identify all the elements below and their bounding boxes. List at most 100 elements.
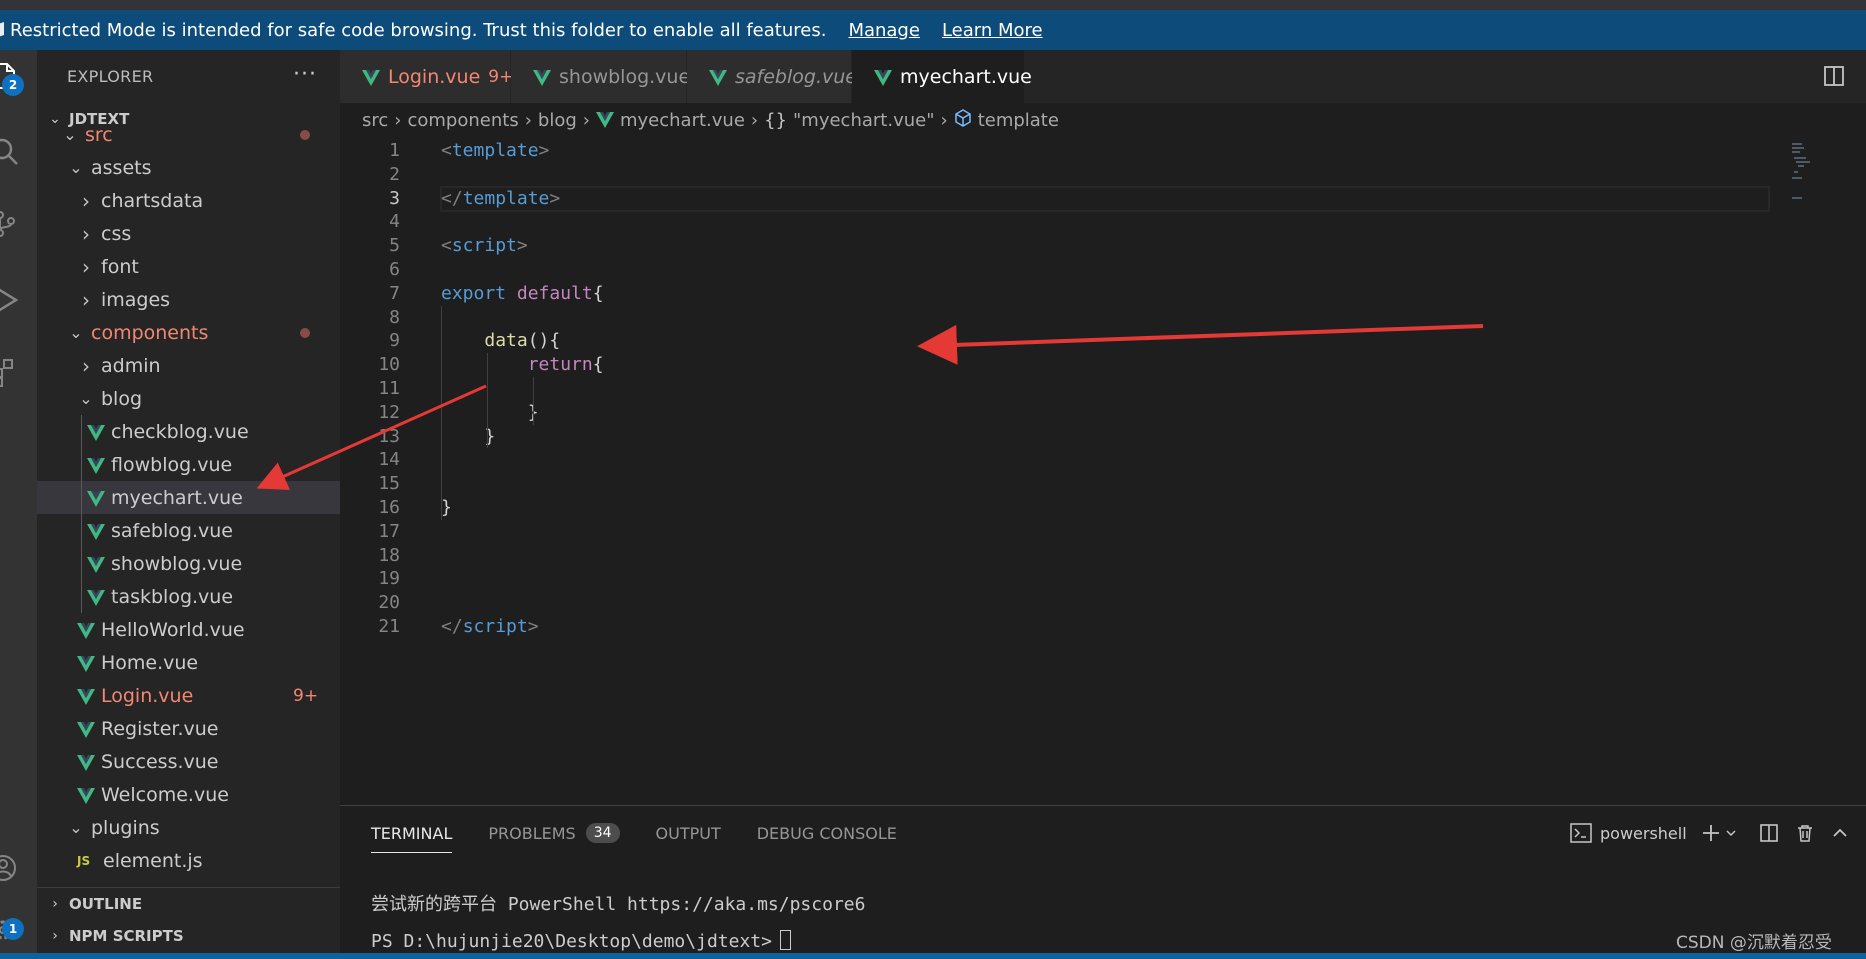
tab-label: showblog.vue [559,65,691,88]
search-icon[interactable] [0,130,37,174]
minimap[interactable] [1780,137,1866,237]
account-icon[interactable] [0,846,37,890]
extensions-icon[interactable] [0,350,37,394]
vue-file-icon [87,457,105,474]
vue-file-icon [77,688,95,705]
source-control-icon[interactable] [0,202,37,246]
tree-file[interactable]: Success.vue [37,745,340,778]
line-content: <template> [441,139,549,163]
tab-safeblog-vue[interactable]: safeblog.vue [687,50,857,103]
outline-section[interactable]: › OUTLINE [37,888,340,920]
more-actions-icon[interactable]: ··· [293,62,317,87]
tree-file[interactable]: JS element.js [37,844,340,877]
chevron-down-icon[interactable] [1725,827,1737,839]
breadcrumb-file[interactable]: myechart.vue [620,110,745,131]
tree-item-label: safeblog.vue [111,519,233,542]
chevron-right-icon: › [82,221,90,246]
tree-item-label: plugins [91,816,160,839]
breadcrumb-blog[interactable]: blog [538,110,577,131]
code-token: </ [441,187,463,209]
code-line: 14 [340,448,1770,472]
breadcrumb-components[interactable]: components [407,110,518,131]
tree-folder[interactable]: ⌄ plugins [37,811,340,844]
code-line: 4 [340,210,1770,234]
panel-tab-output[interactable]: OUTPUT [656,816,721,850]
tree-file[interactable]: HelloWorld.vue [37,613,340,646]
tree-file[interactable]: showblog.vue [37,547,340,580]
tab-myechart-vue[interactable]: myechart.vue [852,50,1032,103]
tree-folder[interactable]: ⌄ assets [37,151,340,184]
line-number: 18 [378,544,400,566]
line-number: 10 [378,354,400,376]
manage-link[interactable]: Manage [848,20,920,41]
add-terminal-icon[interactable] [1701,823,1721,843]
chevron-down-icon: ⌄ [69,158,83,177]
tree-file[interactable]: flowblog.vue [37,448,340,481]
modified-dot [300,129,310,140]
tree-folder[interactable]: › admin [37,349,340,382]
tree-file[interactable]: Register.vue [37,712,340,745]
vue-file-icon [77,655,95,672]
code-token: < [441,140,452,161]
terminal-cursor [779,930,791,950]
tree-file[interactable]: Login.vue 9+ [37,679,340,712]
tree-file[interactable]: checkblog.vue [37,415,340,448]
tree-folder[interactable]: ⌄ components [37,316,340,349]
tree-folder[interactable]: ⌄ src [37,118,340,151]
activity-bar: 2 1 [0,50,37,959]
code-token: > [516,235,528,257]
tab-login-vue[interactable]: Login.vue 9+ [340,50,513,103]
chevron-right-icon: › [82,188,90,213]
vue-file-icon [87,589,105,606]
panel-tab-terminal[interactable]: TERMINAL [371,816,453,853]
tree-file[interactable]: safeblog.vue [37,514,340,547]
breadcrumb-src[interactable]: src [362,110,388,131]
code-line: 18 [340,544,1770,568]
line-number: 15 [378,473,400,495]
split-terminal-icon[interactable] [1759,823,1779,843]
title-strip [0,0,1866,10]
line-number: 5 [389,235,400,257]
tree-item-label: taskblog.vue [111,585,234,608]
code-line: 6 [340,258,1770,282]
tree-folder[interactable]: › font [37,250,340,283]
braces-icon: {} [764,109,788,131]
panel-tab-debug-console[interactable]: DEBUG CONSOLE [757,816,897,850]
chevron-right-icon: › [82,254,90,279]
code-token: script [451,235,517,257]
shell-selector[interactable]: powershell [1600,824,1687,843]
line-number: 19 [378,568,400,590]
breadcrumb-object[interactable]: "myechart.vue" [793,110,934,131]
chevron-up-icon[interactable] [1831,824,1849,842]
bottom-sections: › OUTLINE › NPM SCRIPTS [37,887,340,952]
npm-scripts-section[interactable]: › NPM SCRIPTS [37,920,340,952]
code-line: 17 [340,520,1770,544]
tree-folder[interactable]: › css [37,217,340,250]
code-token: export [441,282,507,304]
tree-file[interactable]: Welcome.vue [37,778,340,811]
tree-folder[interactable]: › chartsdata [37,184,340,217]
js-file-icon: JS [77,853,91,868]
trash-icon[interactable] [1795,823,1815,843]
line-content: } [441,496,452,520]
chevron-right-icon: › [82,353,90,378]
tree-file[interactable]: myechart.vue [37,481,340,514]
line-content: data(){ [441,329,560,353]
line-number: 14 [378,449,400,471]
panel-tab-label: PROBLEMS [488,823,576,843]
vue-file-icon [87,490,105,507]
terminal-prompt[interactable]: PS D:\hujunjie20\Desktop\demo\jdtext> [371,930,791,952]
tree-file[interactable]: Home.vue [37,646,340,679]
line-content: </script> [441,615,539,639]
panel-tab-problems[interactable]: PROBLEMS 34 [488,816,620,850]
split-editor-icon[interactable] [1823,65,1845,92]
tree-folder[interactable]: ⌄ blog [37,382,340,415]
tree-file[interactable]: taskblog.vue [37,580,340,613]
code-token: < [441,235,452,257]
run-debug-icon[interactable] [0,278,37,322]
vue-file-icon [874,69,892,86]
breadcrumb-element[interactable]: template [978,110,1059,131]
learn-more-link[interactable]: Learn More [942,20,1043,41]
tree-folder[interactable]: › images [37,283,340,316]
tab-showblog-vue[interactable]: showblog.vue [511,50,691,103]
